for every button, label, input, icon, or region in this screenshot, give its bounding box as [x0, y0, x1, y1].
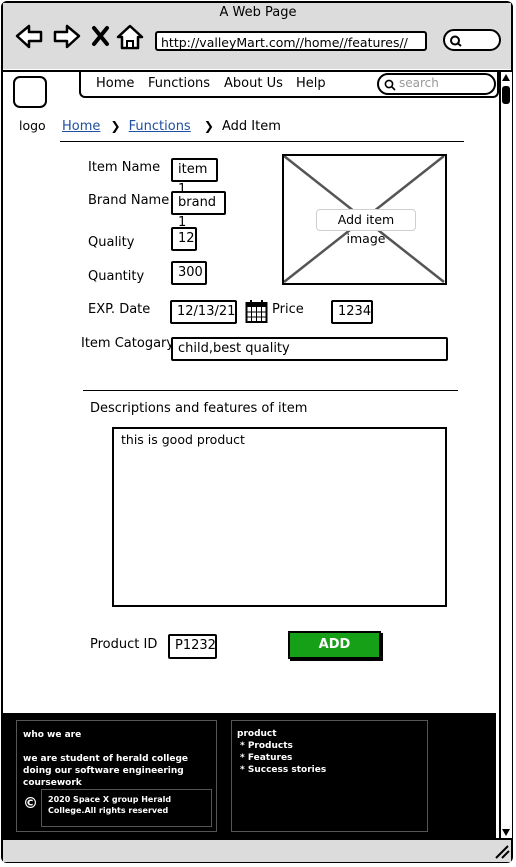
exp-date-field[interactable]: 12/13/21 — [170, 300, 237, 324]
scroll-up-icon[interactable] — [501, 72, 511, 84]
footer-link-features[interactable]: * Features — [240, 752, 292, 764]
footer-who-title: who we are — [23, 730, 82, 740]
logo-label: logo — [19, 118, 46, 133]
scrollbar-thumb[interactable] — [502, 86, 510, 104]
quantity-label: Quantity — [88, 269, 145, 284]
scroll-down-icon[interactable] — [501, 826, 511, 838]
item-name-label: Item Name — [88, 160, 161, 175]
brand-name-field[interactable]: brand 1 — [171, 191, 226, 230]
section-divider — [83, 390, 458, 391]
add-button[interactable]: ADD — [288, 631, 381, 659]
footer-link-products[interactable]: * Products — [240, 740, 293, 752]
breadcrumb: Home ❯ Functions ❯ Add Item — [62, 115, 281, 134]
breadcrumb-functions[interactable]: Functions — [129, 119, 191, 134]
breadcrumb-current: Add Item — [221, 119, 281, 134]
menu-item-functions[interactable]: Functions — [148, 76, 210, 91]
address-bar[interactable]: http://valleyMart.com//home//features// — [155, 31, 427, 51]
back-icon[interactable] — [15, 24, 43, 49]
quantity-field[interactable]: 300 — [171, 261, 207, 285]
breadcrumb-home[interactable]: Home — [62, 119, 100, 134]
description-textarea[interactable]: this is good product — [112, 427, 447, 607]
resize-grip-icon[interactable] — [494, 845, 510, 859]
browser-search-field[interactable] — [443, 29, 501, 51]
category-label: Item Catogary — [81, 336, 175, 351]
copyright-icon: © — [23, 794, 38, 812]
search-icon — [450, 35, 462, 47]
menu-item-home[interactable]: Home — [96, 76, 134, 91]
search-placeholder: search — [399, 76, 439, 90]
logo-image — [13, 76, 47, 108]
window-title: A Web Page — [219, 5, 297, 20]
footer-product-title: product — [237, 729, 277, 739]
chevron-right-icon: ❯ — [203, 119, 214, 133]
status-bar — [3, 838, 511, 862]
brand-name-label: Brand Name — [88, 193, 170, 208]
calendar-icon[interactable] — [245, 299, 268, 324]
breadcrumb-divider — [60, 141, 464, 142]
footer-who-text: we are student of herald college doing o… — [23, 754, 189, 788]
forward-icon[interactable] — [53, 24, 81, 49]
stop-icon[interactable] — [92, 26, 109, 46]
menu-item-help[interactable]: Help — [296, 76, 326, 91]
exp-date-label: EXP. Date — [88, 302, 151, 317]
item-name-field[interactable]: item 1 — [171, 158, 218, 197]
footer-copyright-text: 2020 Space X group Herald College.All ri… — [48, 795, 172, 815]
product-id-field[interactable]: P1232 — [168, 634, 217, 659]
search-icon — [384, 79, 396, 91]
quality-label: Quality — [88, 235, 135, 250]
add-item-image-caption: Add item image — [316, 209, 416, 246]
browser-nav-icons — [15, 24, 144, 50]
home-icon[interactable] — [116, 24, 144, 50]
quality-field[interactable]: 12 — [171, 227, 197, 251]
price-field[interactable]: 1234 — [331, 300, 373, 324]
description-label: Descriptions and features of item — [90, 401, 308, 416]
chevron-right-icon: ❯ — [110, 119, 121, 133]
product-id-label: Product ID — [90, 637, 158, 652]
site-search-input[interactable]: search — [377, 73, 496, 95]
price-label: Price — [272, 302, 304, 317]
footer-link-success-stories[interactable]: * Success stories — [240, 764, 326, 776]
menu-item-about-us[interactable]: About Us — [224, 76, 283, 91]
category-field[interactable]: child,best quality — [171, 337, 448, 361]
scrollbar[interactable] — [499, 72, 512, 838]
